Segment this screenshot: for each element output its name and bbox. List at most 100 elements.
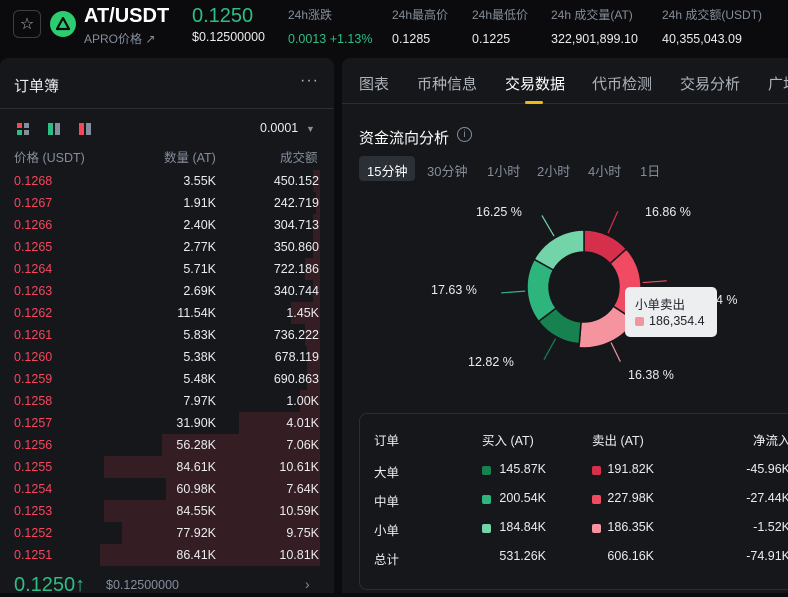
order-book-row[interactable]: 0.1255 84.61K 10.61K bbox=[0, 456, 334, 478]
last-price-usd: $0.12500000 bbox=[192, 30, 265, 44]
pie-label-large-buy: 12.82 % bbox=[468, 355, 514, 369]
token-price-link[interactable]: APRO价格 ↗ bbox=[84, 30, 155, 47]
row-sell: 191.82K bbox=[607, 462, 654, 476]
row-price: 0.1259 bbox=[14, 372, 53, 386]
pie-label-small-sell: 16.38 % bbox=[628, 368, 674, 382]
row-price: 0.1258 bbox=[14, 394, 53, 408]
caret-down-icon[interactable]: ▼ bbox=[306, 124, 315, 134]
row-qty: 84.61K bbox=[176, 460, 216, 474]
last-price: 0.1250 bbox=[192, 5, 254, 27]
ticker-header: ☆ AT/USDT APRO价格 ↗ 0.1250 $0.12500000 24… bbox=[0, 0, 788, 56]
row-turnover: 340.744 bbox=[273, 284, 319, 298]
row-qty: 5.71K bbox=[183, 262, 216, 276]
stat-value: 0.0013 +1.13% bbox=[288, 32, 373, 46]
order-book-row[interactable]: 0.1266 2.40K 304.713 bbox=[0, 214, 334, 236]
order-book-row[interactable]: 0.1252 77.92K 9.75K bbox=[0, 522, 334, 544]
stat-24h-high: 24h最高价 0.1285 bbox=[392, 6, 448, 46]
row-turnover: 10.59K bbox=[279, 504, 319, 518]
row-qty: 11.54K bbox=[177, 306, 216, 320]
row-qty: 2.40K bbox=[183, 218, 216, 232]
row-net: -74.91K bbox=[746, 549, 788, 563]
row-price: 0.1253 bbox=[14, 504, 53, 518]
order-book-row[interactable]: 0.1264 5.71K 722.186 bbox=[0, 258, 334, 280]
tooltip-value: 186,354.4 bbox=[649, 314, 705, 328]
row-turnover: 450.152 bbox=[273, 174, 319, 188]
favorite-star-icon[interactable]: ☆ bbox=[13, 10, 41, 38]
order-book-row[interactable]: 0.1265 2.77K 350.860 bbox=[0, 236, 334, 258]
row-qty: 31.90K bbox=[176, 416, 216, 430]
row-price: 0.1255 bbox=[14, 460, 53, 474]
row-qty: 2.69K bbox=[183, 284, 216, 298]
pie-label-medium-buy: 17.63 % bbox=[431, 283, 477, 297]
row-turnover: 350.860 bbox=[273, 240, 319, 254]
stat-value: 0.1285 bbox=[392, 32, 431, 46]
stat-value: 0.1225 bbox=[472, 32, 511, 46]
row-price: 0.1267 bbox=[14, 196, 53, 210]
row-price: 0.1266 bbox=[14, 218, 53, 232]
row-qty: 5.48K bbox=[183, 372, 216, 386]
leader-line bbox=[541, 215, 555, 237]
leader-line bbox=[543, 338, 557, 361]
ask-rows: 0.1268 3.55K 450.152 0.1267 1.91K 242.719 0.12… bbox=[0, 170, 334, 566]
trade-data-panel: 图表 币种信息 交易数据 代币检测 交易分析 广场 资金流向分析 i 15分钟 … bbox=[342, 58, 788, 593]
order-book-row[interactable]: 0.1258 7.97K 1.00K bbox=[0, 390, 334, 412]
leader-line bbox=[607, 210, 619, 234]
stat-value: 322,901,899.10 bbox=[551, 32, 638, 46]
order-book-row[interactable]: 0.1261 5.83K 736.222 bbox=[0, 324, 334, 346]
row-turnover: 10.61K bbox=[279, 460, 319, 474]
table-header-net: 净流入 bbox=[753, 434, 788, 448]
leader-line bbox=[609, 339, 621, 362]
row-price: 0.1257 bbox=[14, 416, 53, 430]
row-turnover: 7.64K bbox=[286, 482, 319, 496]
order-book-row[interactable]: 0.1251 86.41K 10.81K bbox=[0, 544, 334, 566]
pie-label-medium-sell: 4 % bbox=[716, 293, 738, 307]
mid-price-usd: $0.12500000 bbox=[106, 578, 179, 592]
row-qty: 1.91K bbox=[183, 196, 216, 210]
stat-label: 24h最高价 bbox=[392, 8, 449, 22]
row-turnover: 4.01K bbox=[286, 416, 319, 430]
tooltip-title: 小单卖出 bbox=[635, 298, 686, 312]
col-header-turnover: 成交额 bbox=[280, 151, 318, 165]
row-order-type: 小单 bbox=[374, 524, 400, 538]
row-price: 0.1261 bbox=[14, 328, 53, 342]
stat-label: 24h 成交额(USDT) bbox=[662, 8, 763, 22]
more-options-icon[interactable]: ··· bbox=[300, 72, 319, 90]
leader-line bbox=[501, 290, 526, 294]
view-bids-icon[interactable] bbox=[48, 123, 60, 135]
order-book-row[interactable]: 0.1268 3.55K 450.152 bbox=[0, 170, 334, 192]
row-sell: 227.98K bbox=[607, 491, 654, 505]
row-sell: 186.35K bbox=[607, 520, 654, 534]
order-book-row[interactable]: 0.1262 11.54K 1.45K bbox=[0, 302, 334, 324]
chevron-right-icon[interactable]: › bbox=[305, 576, 310, 592]
row-qty: 60.98K bbox=[176, 482, 216, 496]
order-book-row[interactable]: 0.1263 2.69K 340.744 bbox=[0, 280, 334, 302]
row-turnover: 7.06K bbox=[286, 438, 319, 452]
row-qty: 56.28K bbox=[176, 438, 216, 452]
table-header-order: 订单 bbox=[374, 434, 400, 448]
view-asks-icon[interactable] bbox=[79, 123, 91, 135]
row-price: 0.1260 bbox=[14, 350, 53, 364]
view-both-icon[interactable] bbox=[17, 123, 29, 135]
stat-24h-low: 24h最低价 0.1225 bbox=[472, 6, 528, 46]
order-book-row[interactable]: 0.1267 1.91K 242.719 bbox=[0, 192, 334, 214]
order-book-row[interactable]: 0.1253 84.55K 10.59K bbox=[0, 500, 334, 522]
row-price: 0.1263 bbox=[14, 284, 53, 298]
row-net: -27.44K bbox=[746, 491, 788, 505]
order-book-row[interactable]: 0.1256 56.28K 7.06K bbox=[0, 434, 334, 456]
order-book-title: 订单簿 bbox=[14, 78, 60, 95]
row-net: -1.52K bbox=[753, 520, 788, 534]
row-order-type: 大单 bbox=[374, 466, 400, 480]
order-book-row[interactable]: 0.1260 5.38K 678.119 bbox=[0, 346, 334, 368]
row-buy: 531.26K bbox=[499, 549, 546, 563]
order-book-row[interactable]: 0.1254 60.98K 7.64K bbox=[0, 478, 334, 500]
stat-label: 24h最低价 bbox=[472, 8, 529, 22]
order-book-row[interactable]: 0.1259 5.48K 690.863 bbox=[0, 368, 334, 390]
fund-flow-donut-chart[interactable] bbox=[342, 58, 788, 398]
row-turnover: 1.00K bbox=[286, 394, 319, 408]
pie-label-small-buy: 16.25 % bbox=[476, 205, 522, 219]
precision-select[interactable]: 0.0001 bbox=[260, 121, 298, 135]
pair-name[interactable]: AT/USDT bbox=[84, 5, 169, 28]
donut-slices bbox=[526, 229, 642, 349]
col-header-qty: 数量 (AT) bbox=[164, 151, 216, 165]
order-book-row[interactable]: 0.1257 31.90K 4.01K bbox=[0, 412, 334, 434]
